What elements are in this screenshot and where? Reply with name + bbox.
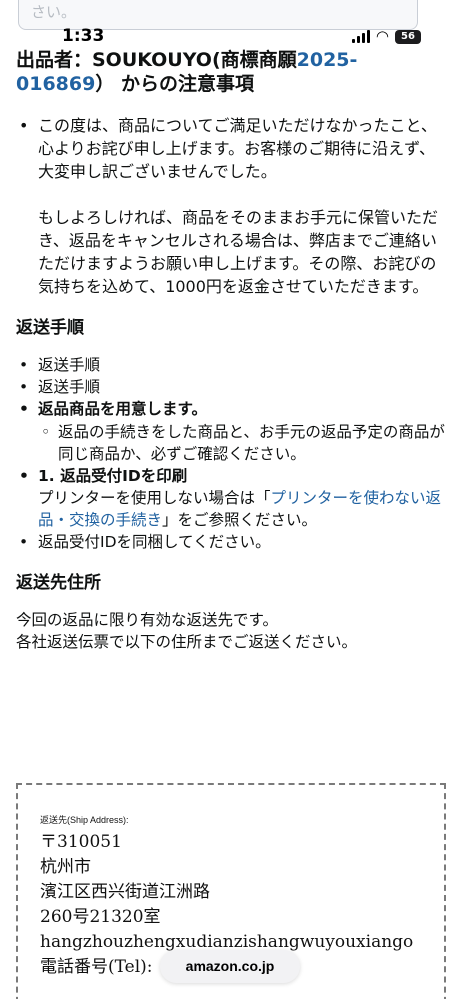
wifi-icon: ◠	[375, 27, 389, 45]
address-district: 濱江区西兴街道江洲路	[40, 882, 210, 902]
status-bar: 1:33 ◠ 56	[0, 26, 461, 48]
address-label-caption: 返送先(Ship Address):	[40, 815, 129, 825]
return-steps-heading: 返送手順	[16, 318, 84, 338]
list-item: 1. 返品受付IDを印刷 プリンターを使用しない場合は「プリンターを使わない返品…	[16, 465, 446, 531]
address-city: 杭州市	[40, 857, 91, 877]
main-content: 出品者：SOUKOUYO(商標商願2025-016869） からの注意事項 この…	[16, 48, 446, 653]
notice-paragraph-2: もしよろしければ、商品をそのままお手元に保管いただき、返品をキャンセルされる場合…	[38, 208, 439, 296]
seller-notice-title: 出品者：SOUKOUYO(商標商願2025-016869） からの注意事項	[16, 49, 358, 95]
sub-list: 返品の手続きをした商品と、お手元の返品予定の商品が同じ商品か、必ずご確認ください…	[38, 421, 446, 465]
system-icons: ◠ 56	[351, 27, 421, 45]
ship-address-heading: 返送先住所	[16, 573, 101, 593]
address-postal: 〒310051	[40, 832, 122, 852]
print-return-id-step: 1. 返品受付IDを印刷	[38, 467, 188, 485]
notice-paragraph-1: この度は、商品についてご満足いただけなかったこと、心よりお詫び申し上げます。お客…	[38, 116, 437, 181]
address-street: 260号21320室	[40, 907, 161, 927]
return-steps-list: 返送手順 返送手順 返品商品を用意します。 返品の手続きをした商品と、お手元の返…	[16, 354, 446, 553]
battery-icon: 56	[395, 29, 421, 44]
list-item: 返送手順	[16, 354, 446, 376]
ship-address-note: 今回の返品に限り有効な返送先です。 各社返送伝票で以下の住所までご返送ください。	[16, 611, 358, 651]
list-item: 返品受付IDを同梱してください。	[16, 531, 446, 553]
sub-list-item: 返品の手続きをした商品と、お手元の返品予定の商品が同じ商品か、必ずご確認ください…	[38, 421, 446, 465]
clock: 1:33	[62, 26, 105, 46]
signal-icon	[351, 30, 370, 43]
seller-notice-item: この度は、商品についてご満足いただけなかったこと、心よりお詫び申し上げます。お客…	[16, 114, 446, 298]
seller-notice-list: この度は、商品についてご満足いただけなかったこと、心よりお詫び申し上げます。お客…	[16, 114, 446, 298]
list-item: 返品商品を用意します。 返品の手続きをした商品と、お手元の返品予定の商品が同じ商…	[16, 398, 446, 465]
previous-message-text: さい。	[31, 3, 77, 21]
browser-url-pill[interactable]: amazon.co.jp	[160, 950, 300, 983]
list-item: 返送手順	[16, 376, 446, 398]
